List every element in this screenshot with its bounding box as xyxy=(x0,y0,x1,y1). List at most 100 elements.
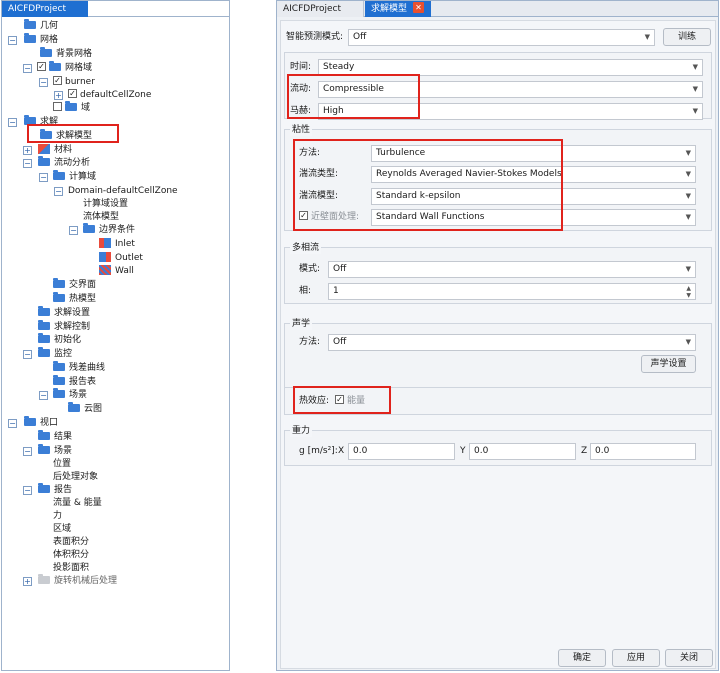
tree-item-solver-model[interactable]: 求解模型 xyxy=(40,128,92,143)
viscosity-method-select[interactable]: Turbulence ▼ xyxy=(371,145,696,162)
multiphase-mode-select[interactable]: Off ▼ xyxy=(328,261,696,278)
turbulence-type-select[interactable]: Reynolds Averaged Navier-Stokes Models ▼ xyxy=(371,166,696,183)
collapse-toggle[interactable]: − xyxy=(23,159,32,168)
collapse-toggle[interactable]: − xyxy=(23,486,32,495)
tree-item-solve-settings[interactable]: 求解设置 xyxy=(38,305,90,320)
collapse-toggle[interactable]: − xyxy=(23,447,32,456)
near-wall-label: 近壁面处理: xyxy=(311,212,360,222)
tree-item-background-mesh[interactable]: 背景网格 xyxy=(40,46,92,61)
inlet-icon xyxy=(99,237,111,248)
turbulence-model-select[interactable]: Standard k-epsilon ▼ xyxy=(371,188,696,205)
chevron-down-icon: ▼ xyxy=(685,213,691,221)
ok-button[interactable]: 确定 xyxy=(558,649,606,667)
time-select[interactable]: Steady ▼ xyxy=(318,59,703,76)
tree-item-region[interactable]: 区域 xyxy=(53,523,71,536)
tree-item-viewport[interactable]: 视口 xyxy=(24,415,58,430)
tree-item-volume-integral[interactable]: 体积积分 xyxy=(53,549,89,562)
tree-item-projected-area[interactable]: 投影面积 xyxy=(53,562,89,575)
collapse-toggle[interactable]: − xyxy=(69,226,78,235)
tree-item-defaultcellzone[interactable]: ✓ defaultCellZone xyxy=(68,89,151,102)
acoustics-method-label: 方法: xyxy=(299,337,321,347)
tree-item-solve-control[interactable]: 求解控制 xyxy=(38,319,90,334)
train-button[interactable]: 训练 xyxy=(663,28,711,46)
tree-item-domain[interactable]: 域 xyxy=(53,100,90,115)
apply-button[interactable]: 应用 xyxy=(612,649,660,667)
tree-item-interface[interactable]: 交界面 xyxy=(53,277,96,292)
tree-item-inlet[interactable]: Inlet xyxy=(99,237,135,251)
phase-spinbox[interactable]: 1 ▲ ▼ xyxy=(328,283,696,300)
checkbox-unchecked[interactable] xyxy=(53,102,62,111)
folder-icon xyxy=(53,360,65,371)
collapse-toggle[interactable]: − xyxy=(8,419,17,428)
expand-toggle[interactable]: + xyxy=(23,577,32,586)
acoustics-method-select[interactable]: Off ▼ xyxy=(328,334,696,351)
checkbox-checked[interactable]: ✓ xyxy=(53,76,62,85)
collapse-toggle[interactable]: − xyxy=(39,173,48,182)
collapse-toggle[interactable]: − xyxy=(8,36,17,45)
tree-item-residual-curve[interactable]: 残差曲线 xyxy=(53,360,105,375)
tree-item-outlet[interactable]: Outlet xyxy=(99,251,143,265)
tree-item-computation-domain[interactable]: 计算域 xyxy=(53,169,96,184)
close-icon[interactable]: ✕ xyxy=(413,2,425,13)
tree-item-mesh-domain[interactable]: ✓ 网格域 xyxy=(37,60,92,75)
expand-toggle[interactable]: + xyxy=(23,146,32,155)
tree-item-contour[interactable]: 云图 xyxy=(68,401,102,416)
mach-select[interactable]: High ▼ xyxy=(318,103,703,120)
collapse-toggle[interactable]: − xyxy=(54,187,63,196)
checkbox-checked[interactable]: ✓ xyxy=(68,89,77,98)
collapse-toggle[interactable]: − xyxy=(23,64,32,73)
tab-aicfdproject[interactable]: AICFDProject xyxy=(2,1,88,17)
tree-item-force[interactable]: 力 xyxy=(53,510,62,523)
time-label: 时间: xyxy=(290,62,312,72)
spin-arrows-icon[interactable]: ▲ ▼ xyxy=(686,285,691,299)
tree-item-domain-settings[interactable]: 计算域设置 xyxy=(83,198,128,211)
collapse-toggle[interactable]: − xyxy=(39,391,48,400)
collapse-toggle[interactable]: − xyxy=(39,78,48,87)
tab-aicfdproject[interactable]: AICFDProject xyxy=(277,1,364,17)
close-button[interactable]: 关闭 xyxy=(665,649,713,667)
energy-row: ✓ 能量 xyxy=(335,393,365,410)
tree-item-wall[interactable]: Wall xyxy=(99,264,134,278)
flow-label: 流动: xyxy=(290,84,312,94)
tree-item-fluid-model[interactable]: 流体模型 xyxy=(83,211,119,224)
checkbox-checked[interactable]: ✓ xyxy=(37,62,46,71)
gravity-z-input[interactable]: 0.0 xyxy=(590,443,696,460)
tab-solver-model[interactable]: 求解模型 ✕ xyxy=(365,1,431,17)
tree-item-flow-analysis[interactable]: 流动分析 xyxy=(38,155,90,170)
tree-item-monitor[interactable]: 监控 xyxy=(38,346,72,361)
acoustics-settings-button[interactable]: 声学设置 xyxy=(641,355,696,373)
tree-item-flow-energy[interactable]: 流量 & 能量 xyxy=(53,497,102,510)
flow-select[interactable]: Compressible ▼ xyxy=(318,81,703,98)
tree-item-initialization[interactable]: 初始化 xyxy=(38,332,81,347)
folder-icon xyxy=(53,277,65,288)
tree-item-turbomachinery-post[interactable]: 旋转机械后处理 xyxy=(38,573,117,588)
tree-item-domain-defaultcellzone[interactable]: Domain-defaultCellZone xyxy=(68,185,178,198)
near-wall-checkbox[interactable]: ✓ xyxy=(299,211,308,220)
tree-item-boundary-conditions[interactable]: 边界条件 xyxy=(83,222,135,237)
tree-item-surface-integral[interactable]: 表面积分 xyxy=(53,536,89,549)
tree-item-viewport-scene[interactable]: 场景 xyxy=(38,443,72,458)
tree-item-solve[interactable]: 求解 xyxy=(24,114,58,129)
tree-item-geometry[interactable]: 几何 xyxy=(24,18,58,33)
tree-item-postprocess-objects[interactable]: 后处理对象 xyxy=(53,471,98,484)
expand-toggle[interactable]: + xyxy=(54,91,63,100)
tree-item-report[interactable]: 报告 xyxy=(38,482,72,497)
gravity-y-input[interactable]: 0.0 xyxy=(469,443,576,460)
folder-icon xyxy=(38,346,50,357)
tree-item-position[interactable]: 位置 xyxy=(53,458,71,471)
tree-item-results[interactable]: 结果 xyxy=(38,429,72,444)
tree-item-thermal-model[interactable]: 热模型 xyxy=(53,291,96,306)
energy-checkbox[interactable]: ✓ xyxy=(335,395,344,404)
chevron-down-icon: ▼ xyxy=(685,170,691,178)
smart-mode-select[interactable]: Off ▼ xyxy=(348,29,655,46)
chevron-down-icon: ▼ xyxy=(685,192,691,200)
tree-item-burner[interactable]: ✓ burner xyxy=(53,76,95,89)
gravity-x-input[interactable]: 0.0 xyxy=(348,443,455,460)
tree-item-mesh[interactable]: 网格 xyxy=(24,32,58,47)
tree-item-scene[interactable]: 场景 xyxy=(53,387,87,402)
tree-item-report-table[interactable]: 报告表 xyxy=(53,374,96,389)
collapse-toggle[interactable]: − xyxy=(8,118,17,127)
near-wall-select[interactable]: Standard Wall Functions ▼ xyxy=(371,209,696,226)
tree-item-material[interactable]: 材料 xyxy=(38,143,72,157)
collapse-toggle[interactable]: − xyxy=(23,350,32,359)
